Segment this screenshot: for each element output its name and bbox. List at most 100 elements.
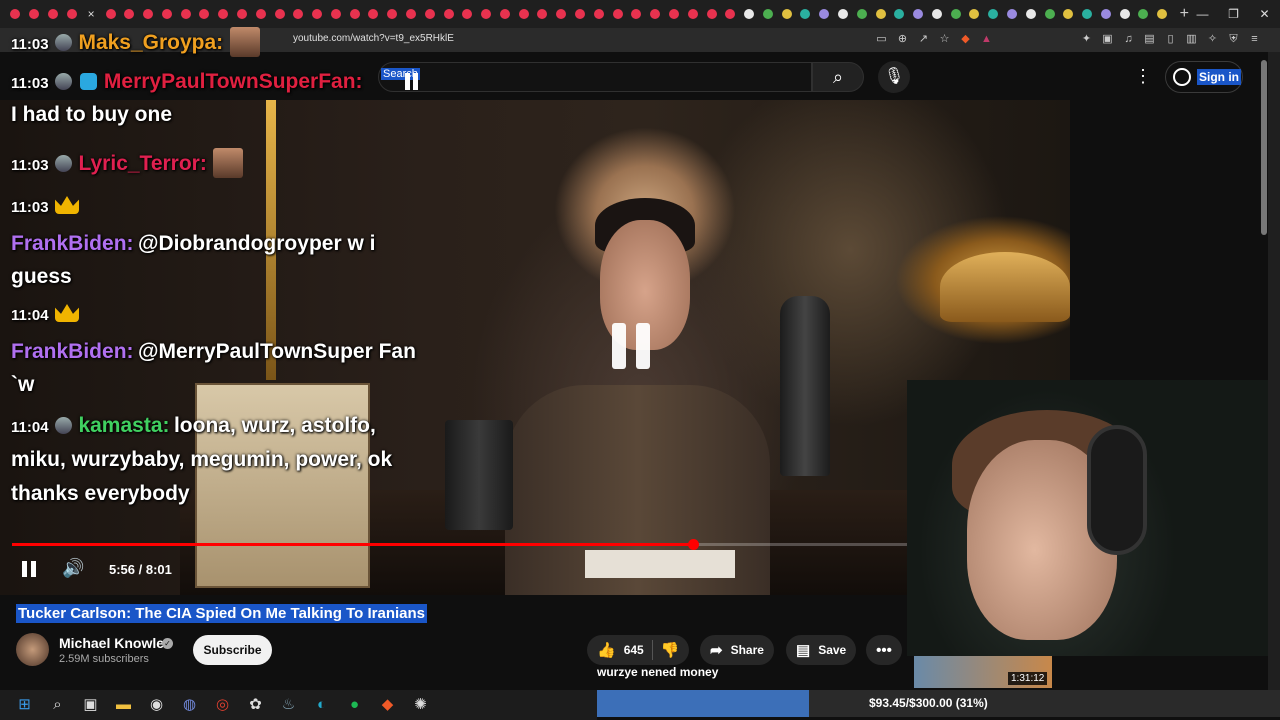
sidebar-icon[interactable]: ▯	[1163, 32, 1178, 47]
tab-favicon[interactable]	[481, 9, 492, 19]
tab-favicon[interactable]	[1044, 9, 1055, 19]
progress-bar[interactable]	[12, 539, 932, 550]
tab-favicon[interactable]	[650, 9, 661, 19]
tab-favicon[interactable]	[969, 9, 980, 19]
tab-favicon[interactable]	[612, 9, 623, 19]
tab-favicon[interactable]	[1025, 9, 1036, 19]
obs-icon[interactable]: ◉	[140, 690, 173, 720]
sign-in-button[interactable]: Sign in	[1165, 61, 1243, 93]
search-button[interactable]: ⌕	[812, 62, 864, 92]
tab-favicon[interactable]	[143, 9, 154, 19]
share-button[interactable]: ➦ Share	[700, 635, 774, 665]
edge-icon[interactable]: ◐	[305, 690, 338, 720]
game-icon[interactable]: ✺	[404, 690, 437, 720]
media-icon[interactable]: ♫	[1121, 32, 1136, 47]
tab-favicon[interactable]	[10, 9, 21, 19]
tab-favicon[interactable]	[199, 9, 210, 19]
tab-favicon[interactable]	[462, 9, 473, 19]
scrollbar-track[interactable]	[1268, 52, 1280, 690]
tab-search-icon[interactable]: ▣	[1100, 32, 1115, 47]
like-count[interactable]: 645	[624, 643, 644, 657]
search-taskbar-icon[interactable]: ⌕	[41, 690, 74, 720]
tab-favicon[interactable]	[124, 9, 135, 19]
tab-favicon[interactable]	[66, 9, 77, 19]
extensions-icon[interactable]: ✦	[1079, 32, 1094, 47]
tab-favicon[interactable]	[1063, 9, 1074, 19]
tab-favicon[interactable]	[781, 9, 792, 19]
tab-favicon[interactable]	[894, 9, 905, 19]
tab-favicon[interactable]	[800, 9, 811, 19]
pause-button[interactable]	[22, 561, 36, 577]
leo-icon[interactable]: ✧	[1205, 32, 1220, 47]
tab-favicon[interactable]	[161, 9, 172, 19]
tab-favicon[interactable]	[180, 9, 191, 19]
channel-name[interactable]: Michael Knowles	[59, 635, 172, 651]
tab-favicon[interactable]	[236, 9, 247, 19]
screen-cast-icon[interactable]: ▭	[874, 32, 889, 47]
minimize-button[interactable]: —	[1187, 0, 1218, 28]
tab-favicon[interactable]	[293, 9, 304, 19]
tab-favicon[interactable]	[1157, 9, 1168, 19]
tab-favicon[interactable]	[443, 9, 454, 19]
tab-favicon[interactable]	[1082, 9, 1093, 19]
steam-icon[interactable]: ♨	[272, 690, 305, 720]
tab-favicon[interactable]	[575, 9, 586, 19]
tab-favicon[interactable]	[1007, 9, 1018, 19]
bookmark-icon[interactable]: ☆	[937, 32, 952, 47]
discord-icon[interactable]: ◍	[173, 690, 206, 720]
maximize-button[interactable]: ❐	[1218, 0, 1249, 28]
thumbs-up-icon[interactable]: 👍	[597, 641, 616, 659]
task-view-icon[interactable]: ▣	[74, 690, 107, 720]
wallet-icon[interactable]: ▥	[1184, 32, 1199, 47]
tab-favicon[interactable]	[668, 9, 679, 19]
tab-favicon[interactable]	[330, 9, 341, 19]
tab-favicon[interactable]	[518, 9, 529, 19]
tab-favicon[interactable]	[931, 9, 942, 19]
tab-favicon[interactable]	[312, 9, 323, 19]
brave-shield-icon[interactable]: ◆	[958, 32, 973, 47]
tab-favicon[interactable]	[1119, 9, 1130, 19]
zoom-icon[interactable]: ⊕	[895, 32, 910, 47]
share-page-icon[interactable]: ↗	[916, 32, 931, 47]
tab-favicon[interactable]	[349, 9, 360, 19]
reading-list-icon[interactable]: ▤	[1142, 32, 1157, 47]
volume-icon[interactable]: 🔊	[62, 558, 84, 579]
tab-favicon[interactable]	[988, 9, 999, 19]
center-pause-icon[interactable]	[612, 323, 650, 369]
tab-favicon[interactable]	[424, 9, 435, 19]
tab-favicon[interactable]	[1138, 9, 1149, 19]
vpn-icon[interactable]: ⛨	[1226, 32, 1241, 47]
chrome-icon[interactable]: ◎	[206, 690, 239, 720]
windows-start-icon[interactable]: ⊞	[8, 690, 41, 720]
tab-favicon[interactable]	[950, 9, 961, 19]
file-explorer-icon[interactable]: ▬	[107, 690, 140, 720]
tab-favicon[interactable]	[725, 9, 736, 19]
brave-icon[interactable]: ◆	[371, 690, 404, 720]
brave-rewards-icon[interactable]: ▲	[979, 32, 994, 47]
tab-favicon[interactable]	[274, 9, 285, 19]
thumbs-down-icon[interactable]: 👎	[661, 641, 680, 659]
tab-favicon[interactable]	[368, 9, 379, 19]
subscribe-button[interactable]: Subscribe	[193, 635, 272, 665]
spotify-icon[interactable]: ●	[338, 690, 371, 720]
tab-favicon[interactable]	[499, 9, 510, 19]
more-actions-button[interactable]: •••	[866, 635, 902, 665]
tab-favicon[interactable]	[29, 9, 40, 19]
tab-favicon[interactable]	[556, 9, 567, 19]
search-input[interactable]	[378, 62, 812, 92]
tab-favicon[interactable]	[819, 9, 830, 19]
save-button[interactable]: ▤ Save	[786, 635, 857, 665]
progress-scrubber[interactable]	[687, 539, 699, 550]
tab-favicon[interactable]	[856, 9, 867, 19]
tab-favicon[interactable]	[1100, 9, 1111, 19]
tab-favicon[interactable]	[687, 9, 698, 19]
voice-search-button[interactable]: 🎙	[878, 61, 910, 93]
close-window-button[interactable]: ✕	[1249, 0, 1280, 28]
tab-favicon[interactable]	[744, 9, 755, 19]
tab-favicon[interactable]	[387, 9, 398, 19]
menu-icon[interactable]: ≡	[1247, 32, 1262, 47]
tab-favicon[interactable]	[593, 9, 604, 19]
url-text[interactable]: youtube.com/watch?v=t9_ex5RHklE	[293, 33, 454, 44]
tab-favicon[interactable]	[47, 9, 58, 19]
more-options-icon[interactable]: ⋮	[1134, 66, 1152, 87]
